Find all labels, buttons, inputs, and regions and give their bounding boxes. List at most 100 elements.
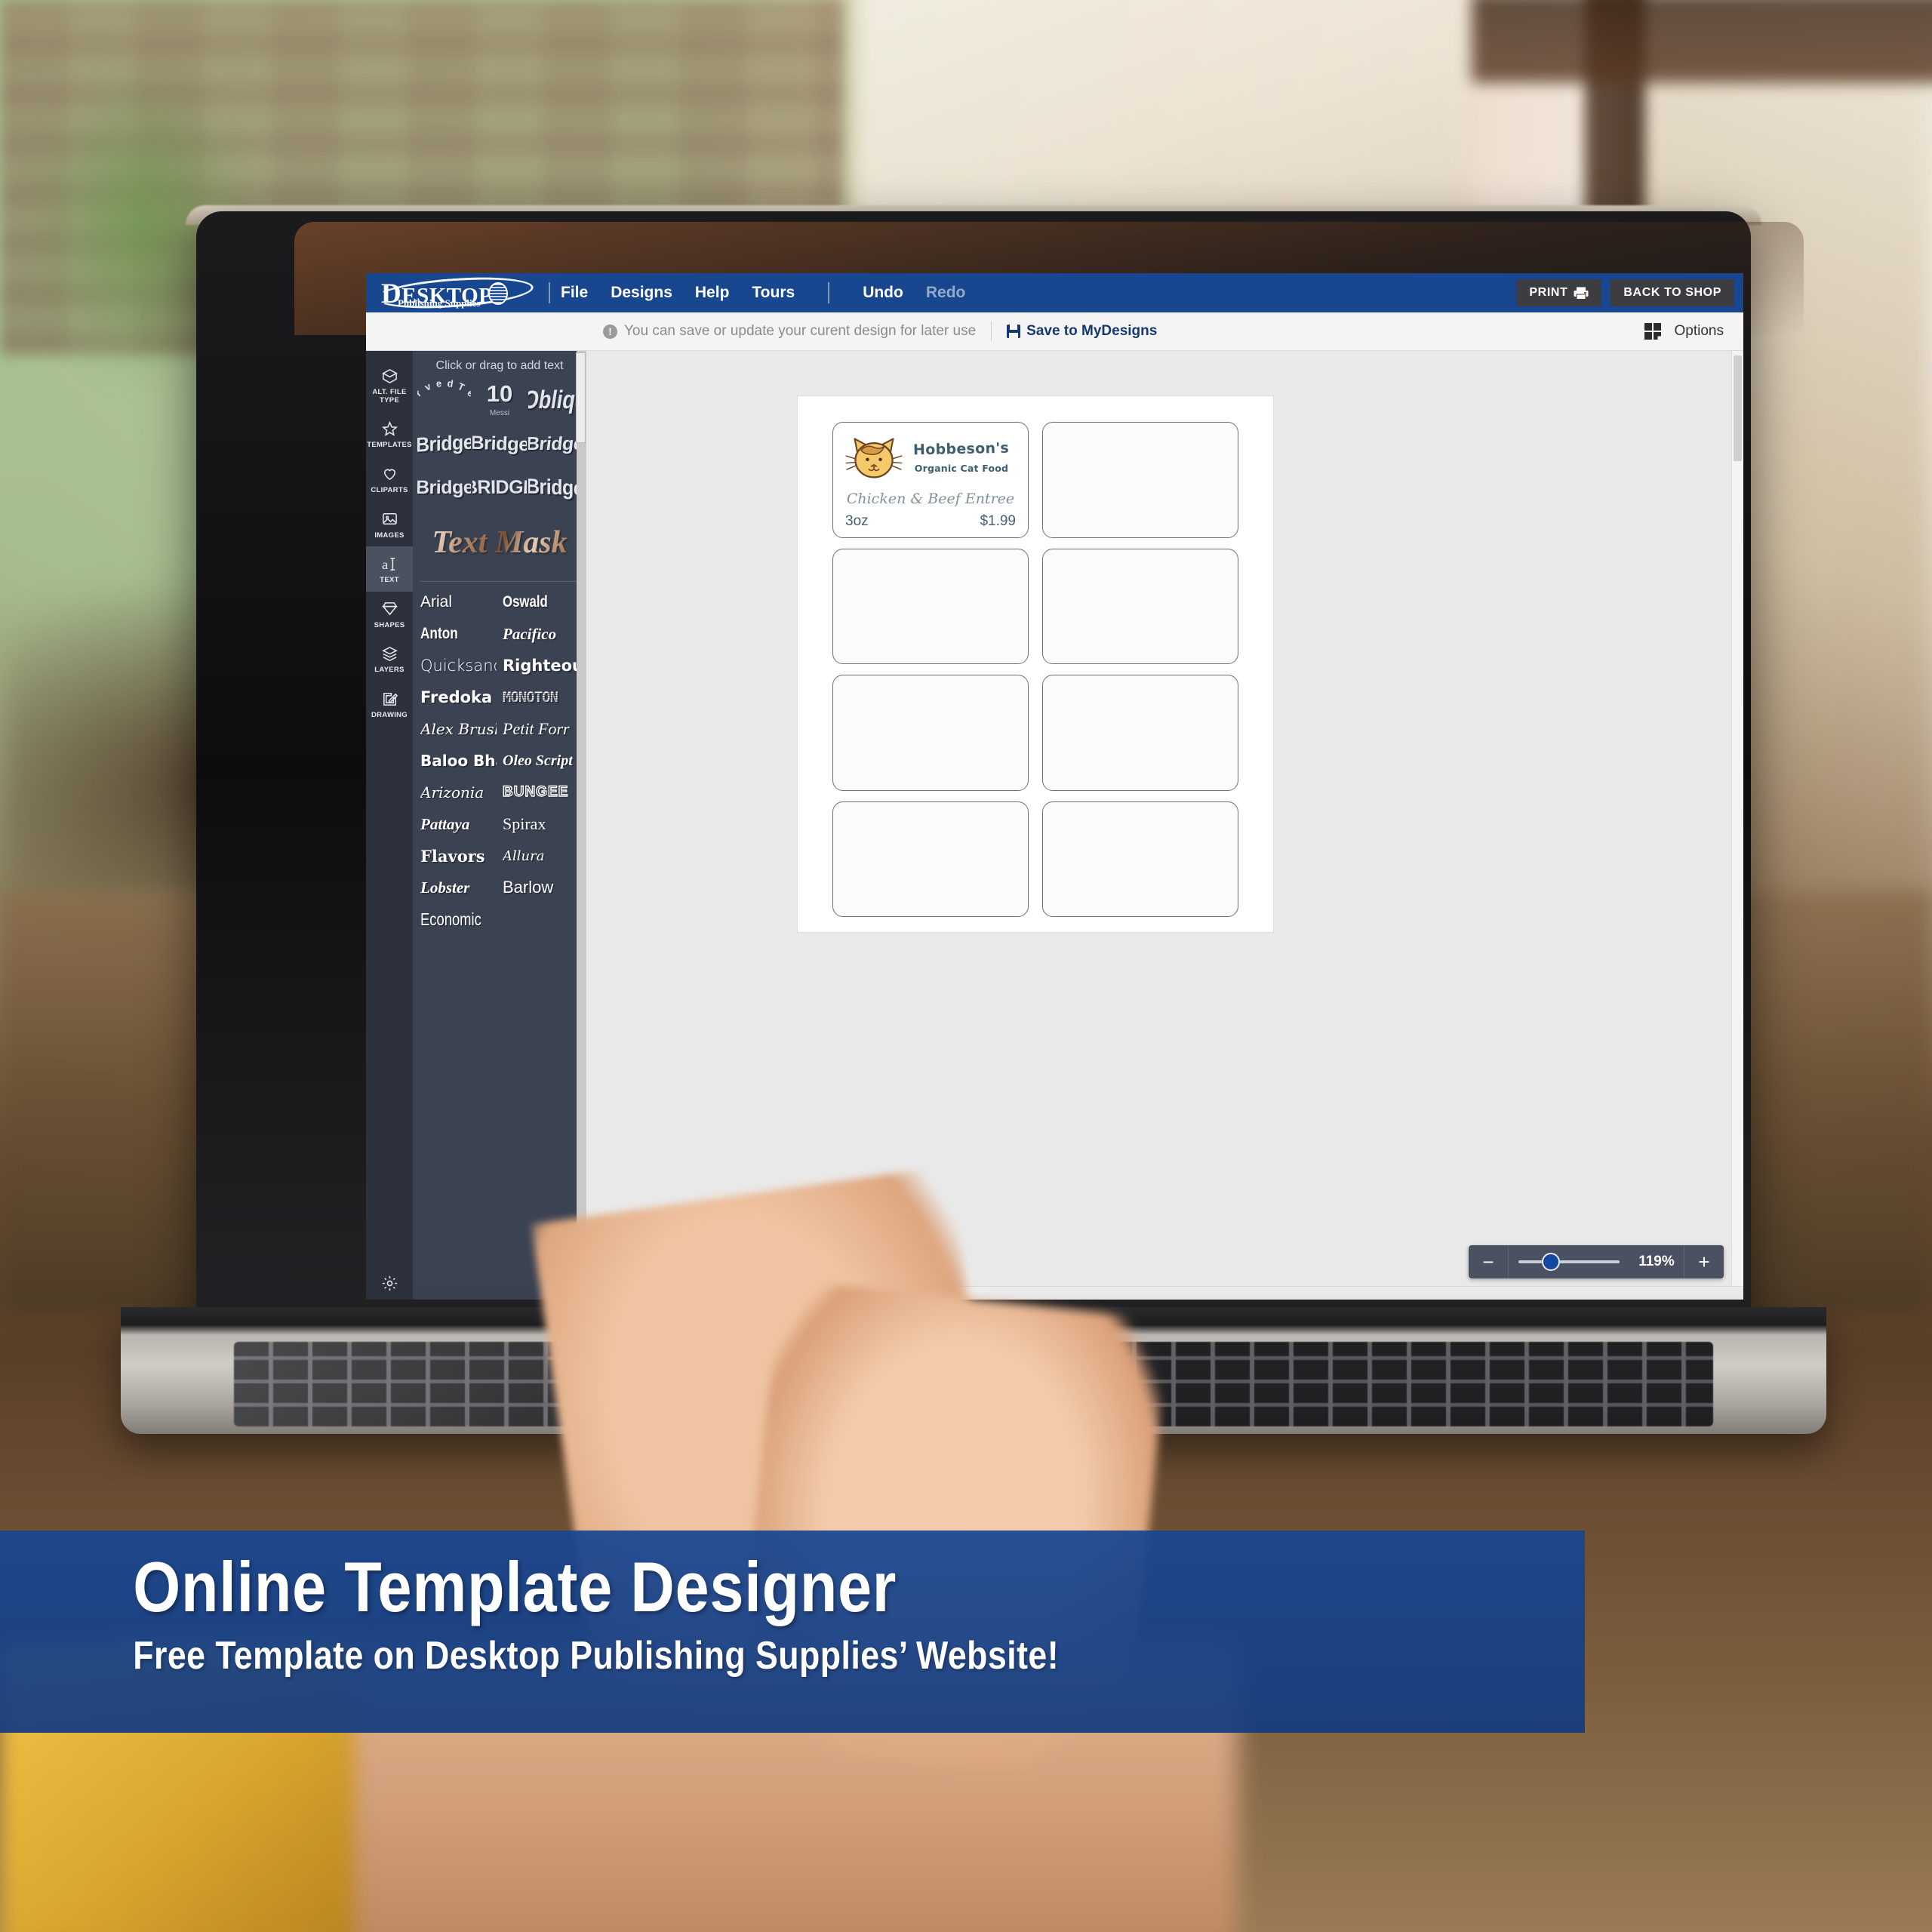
canvas-vertical-scrollbar[interactable] — [1731, 351, 1743, 1287]
menu-item-help[interactable]: Help — [695, 284, 730, 302]
rail-item-templates[interactable]: TEMPLATES — [366, 411, 413, 457]
text-effect-bridge-1[interactable]: Bridge — [417, 423, 471, 465]
back-to-shop-label: BACK TO SHOP — [1623, 286, 1721, 299]
menu-item-tours[interactable]: Tours — [752, 284, 795, 302]
font-item-oswald[interactable]: Oswald — [503, 586, 564, 618]
options-button[interactable]: Options — [1644, 323, 1743, 340]
topbar-divider-2 — [828, 282, 830, 303]
font-item-pacifico[interactable]: Pacifico — [503, 618, 579, 650]
zoom-slider-thumb[interactable] — [1542, 1253, 1560, 1271]
text-effect-text-mask[interactable]: Text Mask — [417, 510, 582, 575]
label-cell-5[interactable] — [832, 675, 1029, 791]
canvas-vertical-scrollbar-thumb[interactable] — [1734, 355, 1742, 461]
text-effect-bridge-4[interactable]: Bridge — [417, 466, 471, 509]
label-cell-8[interactable] — [1042, 801, 1238, 917]
text-panel-scrollbar[interactable] — [576, 351, 586, 1300]
text-icon: a — [380, 555, 399, 573]
label-cell-1[interactable]: Hobbeson's Organic Cat Food Chicken & Be… — [832, 422, 1029, 538]
menu-item-redo[interactable]: Redo — [926, 284, 966, 302]
menu-item-file[interactable]: File — [561, 284, 588, 302]
font-item-alex-brush[interactable]: Alex Brush — [420, 713, 497, 745]
print-button[interactable]: PRINT — [1516, 279, 1602, 306]
text-effect-bridge-5[interactable]: BRIDGE — [472, 466, 526, 509]
text-effect-bridge-4-label: Bridge — [417, 476, 472, 498]
font-item-bungee[interactable]: BUNGEE — [503, 777, 579, 808]
font-item-baloo-bhai[interactable]: Baloo Bhai — [420, 745, 497, 777]
text-effect-oblique[interactable]: Obliqu — [528, 379, 582, 421]
design-canvas[interactable]: Hobbeson's Organic Cat Food Chicken & Be… — [586, 351, 1743, 1300]
zoom-slider-track — [1518, 1260, 1620, 1263]
text-panel-scroll: CurvedText 10 Messi — [413, 379, 586, 1300]
background-window-frame-horizontal — [1472, 0, 1932, 83]
rail-label-cliparts: CLIPARTS — [371, 485, 408, 494]
curved-text-glyph: e — [464, 386, 472, 399]
label-brand-subtitle[interactable]: Organic Cat Food — [915, 463, 1008, 474]
label-entree-text[interactable]: Chicken & Beef Entree — [833, 491, 1028, 507]
back-to-shop-button[interactable]: BACK TO SHOP — [1611, 279, 1734, 306]
menu-item-undo[interactable]: Undo — [863, 284, 903, 302]
text-effect-bridge-3[interactable]: Bridge — [528, 423, 582, 465]
text-panel-scrollbar-thumb[interactable] — [576, 352, 586, 443]
font-item-monoton[interactable]: MONOTON — [503, 681, 579, 713]
font-item-petit-formal[interactable]: Petit Forr — [503, 713, 579, 745]
save-hint: ! You can save or update your curent des… — [603, 323, 976, 340]
rail-item-shapes[interactable]: SHAPES — [366, 592, 413, 637]
rail-item-settings[interactable] — [366, 1266, 413, 1300]
font-item-economica[interactable]: Economica — [420, 903, 481, 935]
rail-item-alt-file-type[interactable]: ALT. FILE TYPE — [366, 358, 413, 411]
marketing-banner: Online Template Designer Free Template o… — [0, 1531, 1585, 1733]
rail-item-cliparts[interactable]: CLIPARTS — [366, 457, 413, 502]
font-item-fredoka-one[interactable]: Fredoka O — [420, 681, 497, 713]
text-effect-oblique-label: Obliqu — [528, 385, 582, 414]
screenshot-scene: DESKTOP Publishing Supplies File Designs… — [0, 0, 1932, 1932]
menu-item-designs[interactable]: Designs — [611, 284, 672, 302]
text-effect-bridge-6[interactable]: Bridge — [528, 466, 582, 509]
text-effect-curved[interactable]: CurvedText — [417, 379, 471, 421]
label-cell-4[interactable] — [1042, 548, 1238, 664]
font-item-righteous[interactable]: Righteous — [503, 650, 579, 681]
rail-label-templates: TEMPLATES — [367, 441, 412, 450]
rail-label-images: IMAGES — [374, 531, 405, 540]
rail-item-drawing[interactable]: DRAWING — [366, 681, 413, 727]
font-list: Arial Oswald Anton Pacifico Quicksand Ri… — [413, 585, 586, 944]
save-to-mydesigns-label: Save to MyDesigns — [1026, 323, 1158, 339]
font-item-quicksand[interactable]: Quicksand — [420, 650, 497, 681]
rail-item-layers[interactable]: LAYERS — [366, 636, 413, 681]
zoom-slider[interactable] — [1509, 1245, 1629, 1278]
zoom-in-button[interactable]: + — [1684, 1245, 1724, 1278]
label-cell-2[interactable] — [1042, 422, 1238, 538]
rail-item-text[interactable]: a TEXT — [366, 546, 413, 592]
save-to-mydesigns-button[interactable]: Save to MyDesigns — [1007, 323, 1157, 340]
font-item-arial[interactable]: Arial — [420, 586, 497, 618]
label-weight[interactable]: 3oz — [845, 513, 869, 530]
font-item-pattaya[interactable]: Pattaya — [420, 808, 497, 840]
text-effect-bridge-2[interactable]: Bridge — [472, 423, 526, 465]
label-cell-7[interactable] — [832, 801, 1029, 917]
image-icon — [380, 510, 399, 528]
font-item-anton[interactable]: Anton — [420, 618, 483, 650]
font-item-barlow[interactable]: Barlow — [503, 872, 579, 903]
label-sheet: Hobbeson's Organic Cat Food Chicken & Be… — [798, 396, 1273, 932]
zoom-out-button[interactable]: − — [1469, 1245, 1508, 1278]
zoom-control: − 119% + — [1469, 1245, 1724, 1278]
options-label: Options — [1674, 323, 1724, 339]
font-item-arizonia[interactable]: Arizonia — [420, 777, 497, 808]
label-brand-name[interactable]: Hobbeson's — [913, 440, 1009, 459]
topbar-divider-1 — [549, 282, 550, 303]
font-item-spirax[interactable]: Spirax — [503, 808, 579, 840]
font-item-allura[interactable]: Allura — [503, 840, 579, 872]
main-menu: File Designs Help Tours Undo Redo — [561, 282, 965, 303]
star-icon — [380, 420, 399, 438]
text-effect-bridge-6-label: Bridge — [528, 474, 582, 500]
cat-face-clipart[interactable] — [845, 432, 903, 483]
font-item-lobster[interactable]: Lobster — [420, 872, 497, 903]
curved-text-sample: CurvedText — [417, 379, 472, 420]
rail-item-images[interactable]: IMAGES — [366, 502, 413, 547]
label-price[interactable]: $1.99 — [980, 513, 1016, 530]
label-cell-3[interactable] — [832, 548, 1029, 664]
font-item-flavors[interactable]: Flavors — [420, 840, 497, 872]
text-effect-number[interactable]: 10 Messi — [472, 379, 526, 421]
label-cell-6[interactable] — [1042, 675, 1238, 791]
brand-logo[interactable]: DESKTOP Publishing Supplies — [374, 273, 535, 313]
font-item-oleo-script[interactable]: Oleo Script S — [503, 745, 579, 777]
